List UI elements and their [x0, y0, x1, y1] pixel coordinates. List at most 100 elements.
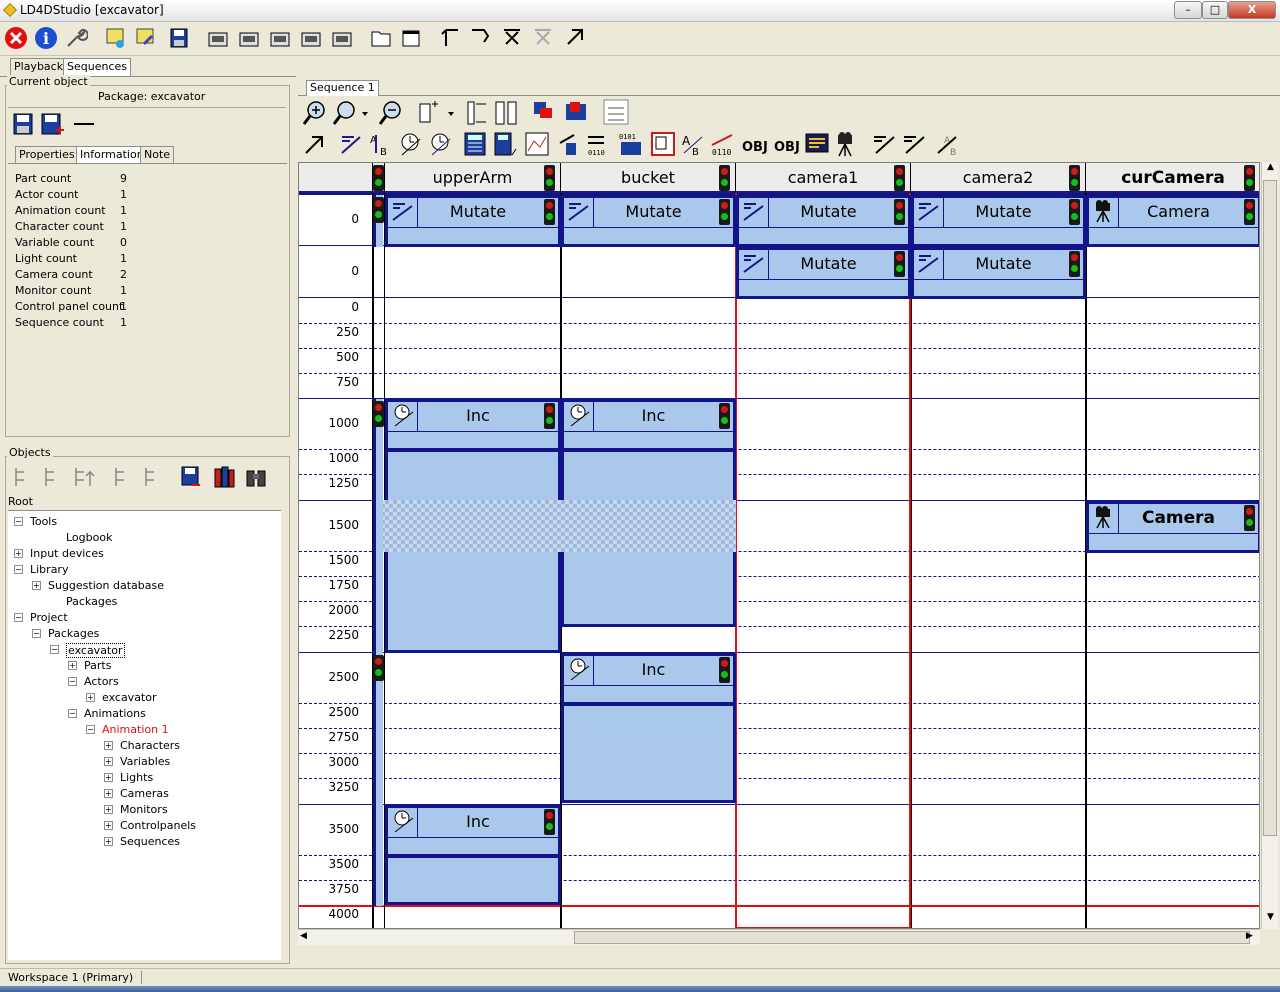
- calculator-icon-2[interactable]: [492, 131, 518, 157]
- tree-item[interactable]: Project: [30, 611, 68, 624]
- export-icon[interactable]: [561, 26, 587, 52]
- tree-item[interactable]: Animation 1: [102, 723, 169, 736]
- sequence-block-mutate[interactable]: Mutate: [911, 195, 1086, 247]
- rule-ab-icon[interactable]: AB: [934, 131, 960, 157]
- tree-expander-icon[interactable]: −: [14, 517, 23, 526]
- tree-item[interactable]: Parts: [84, 659, 111, 672]
- traffic-light-icon[interactable]: [544, 809, 555, 835]
- tree-expander-icon[interactable]: +: [104, 805, 113, 814]
- color-block-icon[interactable]: [532, 100, 558, 126]
- sort-ab-icon[interactable]: AB: [368, 131, 394, 157]
- horizontal-scroll-thumb[interactable]: [574, 931, 1250, 944]
- tab-sequences[interactable]: Sequences: [63, 58, 131, 76]
- package-icon-2[interactable]: [236, 26, 262, 52]
- tree-item[interactable]: Monitors: [120, 803, 168, 816]
- traffic-light-icon[interactable]: [719, 199, 730, 225]
- traffic-light-icon[interactable]: [544, 165, 555, 191]
- camera-icon[interactable]: [834, 131, 860, 157]
- tree-expander-icon[interactable]: +: [104, 821, 113, 830]
- tree-expander-icon[interactable]: +: [104, 837, 113, 846]
- close-window-button[interactable]: X: [1228, 1, 1276, 19]
- frame-icon[interactable]: [650, 131, 676, 157]
- traffic-light-icon[interactable]: [1244, 199, 1255, 225]
- edit-script-icon[interactable]: [133, 26, 159, 52]
- tree-item[interactable]: excavator: [102, 691, 157, 704]
- rule-binary-icon[interactable]: [902, 131, 928, 157]
- obj-icon-1[interactable]: OBJ: [742, 140, 768, 155]
- tree-expander-icon[interactable]: +: [14, 549, 23, 558]
- obj-icon-2[interactable]: OBJ: [774, 140, 800, 155]
- columns-icon[interactable]: [494, 100, 520, 126]
- save-as-object-icon[interactable]: [40, 112, 66, 139]
- column-header[interactable]: camera2: [911, 163, 1086, 193]
- color-block-icon-2[interactable]: [564, 100, 590, 126]
- scroll-up-arrow-icon[interactable]: ▲: [1264, 162, 1277, 178]
- remove-object-icon[interactable]: [74, 123, 94, 125]
- vertical-scroll-thumb[interactable]: [1263, 180, 1277, 836]
- traffic-light-icon[interactable]: [1069, 165, 1080, 191]
- zoom-in-icon[interactable]: [302, 100, 328, 126]
- sequence-block-mutate[interactable]: Mutate: [385, 195, 561, 247]
- clock-icon[interactable]: [564, 402, 594, 432]
- clock-icon[interactable]: [564, 656, 594, 686]
- traffic-light-icon[interactable]: [544, 403, 555, 429]
- tree-expander-icon[interactable]: +: [104, 757, 113, 766]
- tree-item[interactable]: Input devices: [30, 547, 104, 560]
- mutate-icon[interactable]: [914, 198, 944, 228]
- pointer-icon[interactable]: [302, 131, 328, 157]
- tree-item[interactable]: Characters: [120, 739, 180, 752]
- save-tree-icon[interactable]: [180, 465, 202, 489]
- undo-icon[interactable]: [437, 26, 463, 52]
- save-object-icon[interactable]: [12, 112, 34, 139]
- add-row-icon[interactable]: [418, 100, 458, 126]
- traffic-light-icon[interactable]: [1244, 505, 1255, 531]
- export-sequence-icon[interactable]: [602, 98, 630, 126]
- sequence-block-camera[interactable]: Camera: [1086, 195, 1259, 247]
- tree-tools-icon[interactable]: [12, 466, 32, 488]
- vertical-scrollbar[interactable]: ▲ ▼: [1261, 162, 1278, 929]
- tree-expand-icon[interactable]: [112, 466, 132, 488]
- tree-item[interactable]: Library: [30, 563, 68, 576]
- sequence-block-camera[interactable]: Camera: [1086, 501, 1259, 553]
- scroll-right-arrow-icon[interactable]: ▶: [1246, 931, 1253, 941]
- row-icon[interactable]: [464, 100, 490, 126]
- clock-icon[interactable]: [388, 402, 418, 432]
- maximize-button[interactable]: □: [1202, 1, 1228, 19]
- info-icon[interactable]: i: [33, 26, 59, 52]
- tree-expander-icon[interactable]: −: [68, 709, 77, 718]
- minimize-button[interactable]: –: [1174, 1, 1202, 19]
- rule-icon[interactable]: [872, 131, 898, 157]
- package-icon-5[interactable]: [329, 26, 355, 52]
- sequence-grid[interactable]: 0 0 0 250 500 750 1000 1000 1250 1500 1500 1750 2000…: [298, 162, 1260, 929]
- mutate-icon[interactable]: [338, 131, 364, 157]
- traffic-light-icon[interactable]: [719, 657, 730, 683]
- tree-item[interactable]: Tools: [30, 515, 57, 528]
- horizontal-scrollbar[interactable]: ◀ ▶: [298, 929, 1260, 945]
- tree-expander-icon[interactable]: −: [68, 677, 77, 686]
- load-package-icon[interactable]: [205, 26, 231, 52]
- tree-up-icon[interactable]: [72, 466, 98, 488]
- tree-expander-icon[interactable]: +: [68, 661, 77, 670]
- tree-expander-icon[interactable]: −: [14, 613, 23, 622]
- traffic-light-icon[interactable]: [894, 199, 905, 225]
- tab-properties[interactable]: Properties: [15, 146, 79, 163]
- tree-expander-icon[interactable]: −: [14, 565, 23, 574]
- binary-toggle-icon[interactable]: 0110: [710, 131, 736, 157]
- clock-icon[interactable]: [388, 808, 418, 838]
- branch-icon[interactable]: [556, 131, 582, 157]
- tree-item[interactable]: Animations: [84, 707, 146, 720]
- wrench-icon[interactable]: [63, 26, 89, 52]
- new-script-icon[interactable]: [103, 26, 129, 52]
- column-header[interactable]: camera1: [736, 163, 911, 193]
- sequence-block-clock[interactable]: Inc: [385, 399, 561, 451]
- tree-expander-icon[interactable]: +: [104, 741, 113, 750]
- list-icon[interactable]: 0110: [586, 131, 612, 157]
- sequence-block-clock[interactable]: Inc: [561, 653, 736, 705]
- camera-icon[interactable]: [1089, 504, 1119, 534]
- tree-expander-icon[interactable]: −: [86, 725, 95, 734]
- tree-expander-icon[interactable]: +: [86, 693, 95, 702]
- traffic-light-icon[interactable]: [719, 403, 730, 429]
- traffic-light-icon[interactable]: [894, 251, 905, 277]
- traffic-light-icon[interactable]: [719, 165, 730, 191]
- tree-add-icon[interactable]: [42, 466, 62, 488]
